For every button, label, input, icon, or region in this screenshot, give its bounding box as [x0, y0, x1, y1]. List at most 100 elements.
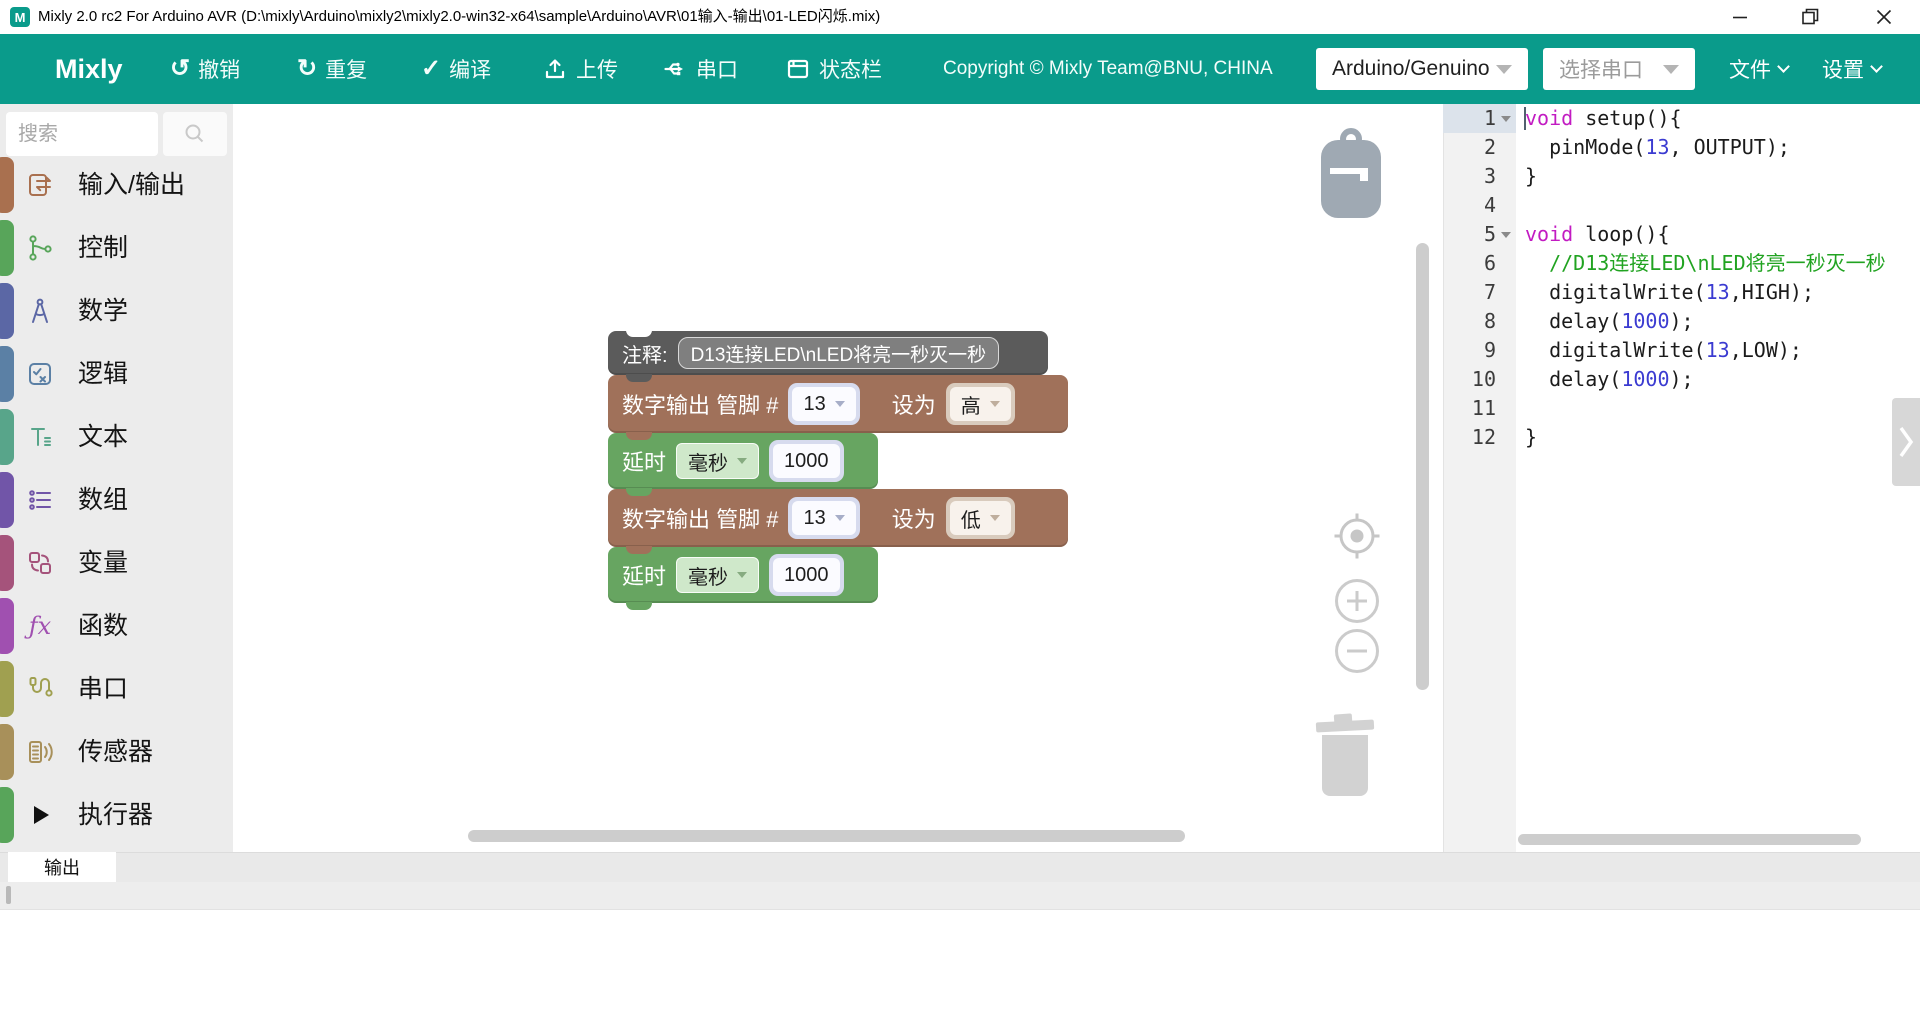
- block-digital-write-high[interactable]: 数字输出 管脚 # 13 设为 高: [608, 375, 1068, 433]
- close-button[interactable]: [1861, 0, 1907, 33]
- usb-icon: [662, 56, 688, 82]
- toolbar-button-upload[interactable]: 上传: [542, 34, 618, 104]
- chevron-down-icon: [1777, 60, 1790, 73]
- collapse-code-panel-button[interactable]: [1892, 398, 1920, 486]
- trash-icon[interactable]: [1312, 712, 1378, 798]
- block-label: 设为: [892, 388, 936, 420]
- menu-settings-label: 设置: [1822, 54, 1864, 84]
- sidebar-item-label: 文本: [78, 409, 128, 465]
- unit-dropdown[interactable]: 毫秒: [676, 557, 759, 593]
- restore-button[interactable]: [1787, 0, 1833, 33]
- fold-caret-icon[interactable]: [1501, 232, 1511, 238]
- category-color-strip: [0, 220, 14, 276]
- brand-logo[interactable]: Mixly: [55, 34, 123, 104]
- line-number: 6: [1443, 249, 1496, 278]
- toolbar-button-compile[interactable]: ✓编译: [421, 34, 491, 104]
- chevron-down-icon: [1870, 60, 1883, 73]
- line-number: 12: [1443, 423, 1496, 452]
- category-color-strip: [0, 472, 14, 528]
- zoom-out-icon[interactable]: [1333, 627, 1381, 675]
- output-panel-body: [0, 909, 1920, 1032]
- minimize-button[interactable]: [1717, 0, 1763, 33]
- code-text: void setup(){: [1525, 104, 1682, 133]
- value-socket: 1000: [769, 440, 844, 482]
- sidebar-item-text[interactable]: 文本: [0, 409, 233, 465]
- menu-settings[interactable]: 设置: [1822, 34, 1881, 104]
- comment-text-field[interactable]: D13连接LED\nLED将亮一秒灭一秒: [678, 337, 1000, 369]
- field-value[interactable]: 1000: [773, 558, 840, 592]
- code-horizontal-scrollbar[interactable]: [1518, 834, 1861, 845]
- toolbar-button-serial[interactable]: 串口: [662, 34, 738, 104]
- field-value[interactable]: 13: [792, 501, 855, 535]
- unit-dropdown[interactable]: 毫秒: [676, 443, 759, 479]
- block-category-sidebar: 输入/输出控制数学逻辑文本数组变量 ƒx函数串口传感器执行器: [0, 104, 233, 852]
- block-label: 注释:: [622, 339, 668, 368]
- board-select[interactable]: Arduino/Genuino: [1316, 48, 1528, 90]
- sidebar-item-io[interactable]: 输入/输出: [0, 157, 233, 213]
- zoom-center-icon[interactable]: [1330, 509, 1384, 563]
- block-label: 延时: [622, 559, 666, 591]
- workspace-horizontal-scrollbar[interactable]: [468, 830, 1185, 842]
- sidebar-item-serial[interactable]: 串口: [0, 661, 233, 717]
- code-line-5: 5void loop(){: [1443, 220, 1920, 249]
- value-socket: 13: [788, 497, 859, 539]
- toolbar-button-label: 串口: [696, 54, 738, 84]
- sidebar-item-logic[interactable]: 逻辑: [0, 346, 233, 402]
- fold-caret-icon[interactable]: [1501, 116, 1511, 122]
- code-line-2: 2 pinMode(13, OUTPUT);: [1443, 133, 1920, 162]
- zoom-in-icon[interactable]: [1333, 577, 1381, 625]
- sidebar-item-math[interactable]: 数学: [0, 283, 233, 339]
- line-number: 5: [1443, 220, 1496, 249]
- field-value[interactable]: 13: [792, 387, 855, 421]
- sidebar-item-function[interactable]: ƒx函数: [0, 598, 233, 654]
- io-icon: [25, 170, 55, 200]
- backpack-icon[interactable]: [1318, 128, 1384, 220]
- code-line-11: 11: [1443, 394, 1920, 423]
- sidebar-item-control[interactable]: 控制: [0, 220, 233, 276]
- block-digital-write-low[interactable]: 数字输出 管脚 # 13 设为 低: [608, 489, 1068, 547]
- branch-icon: [25, 233, 55, 263]
- category-color-strip: [0, 283, 14, 339]
- value-socket: 低: [946, 497, 1015, 539]
- sidebar-item-array[interactable]: 数组: [0, 472, 233, 528]
- block-comment[interactable]: 注释: D13连接LED\nLED将亮一秒灭一秒: [608, 331, 1048, 375]
- code-line-7: 7 digitalWrite(13,HIGH);: [1443, 278, 1920, 307]
- toolbar-button-redo[interactable]: ↻重复: [297, 34, 367, 104]
- block-delay-2[interactable]: 延时 毫秒 1000: [608, 547, 878, 603]
- output-log-area: [0, 882, 1920, 909]
- category-color-strip: [0, 661, 14, 717]
- app-logo-icon: M: [10, 7, 30, 27]
- toolbar-button-label: 编译: [449, 54, 491, 84]
- block-delay-1[interactable]: 延时 毫秒 1000: [608, 433, 878, 489]
- search-button[interactable]: [163, 112, 227, 156]
- undo-icon: ↺: [170, 57, 190, 81]
- category-color-strip: [0, 724, 14, 780]
- line-number: 10: [1443, 365, 1496, 394]
- search-input[interactable]: [6, 112, 158, 156]
- dropdown-caret-icon: [990, 401, 1000, 407]
- code-line-10: 10 delay(1000);: [1443, 365, 1920, 394]
- field-value[interactable]: 高: [950, 387, 1011, 421]
- field-value[interactable]: 1000: [773, 444, 840, 478]
- chevron-down-icon: [1663, 65, 1679, 74]
- port-select[interactable]: 选择串口: [1543, 48, 1695, 90]
- sidebar-item-label: 传感器: [78, 724, 153, 780]
- compass-icon: [25, 296, 55, 326]
- sidebar-item-sensor[interactable]: 传感器: [0, 724, 233, 780]
- output-scrollbar[interactable]: [6, 886, 11, 904]
- text-cursor: [1524, 107, 1526, 130]
- menu-file[interactable]: 文件: [1729, 34, 1788, 104]
- toolbar-button-statusbar[interactable]: 状态栏: [785, 34, 882, 104]
- tab-output[interactable]: 输出: [8, 852, 116, 882]
- sidebar-item-variable[interactable]: 变量: [0, 535, 233, 591]
- cable-icon: [25, 674, 55, 704]
- value-socket: 1000: [769, 554, 844, 596]
- toolbar-button-undo[interactable]: ↺撤销: [170, 34, 240, 104]
- workspace-vertical-scrollbar[interactable]: [1416, 243, 1429, 690]
- field-value[interactable]: 低: [950, 501, 1011, 535]
- category-color-strip: [0, 787, 14, 843]
- sidebar-item-actuator[interactable]: 执行器: [0, 787, 233, 843]
- block-label: 延时: [622, 445, 666, 477]
- sidebar-item-label: 函数: [78, 598, 128, 654]
- chevron-down-icon: [1496, 65, 1512, 74]
